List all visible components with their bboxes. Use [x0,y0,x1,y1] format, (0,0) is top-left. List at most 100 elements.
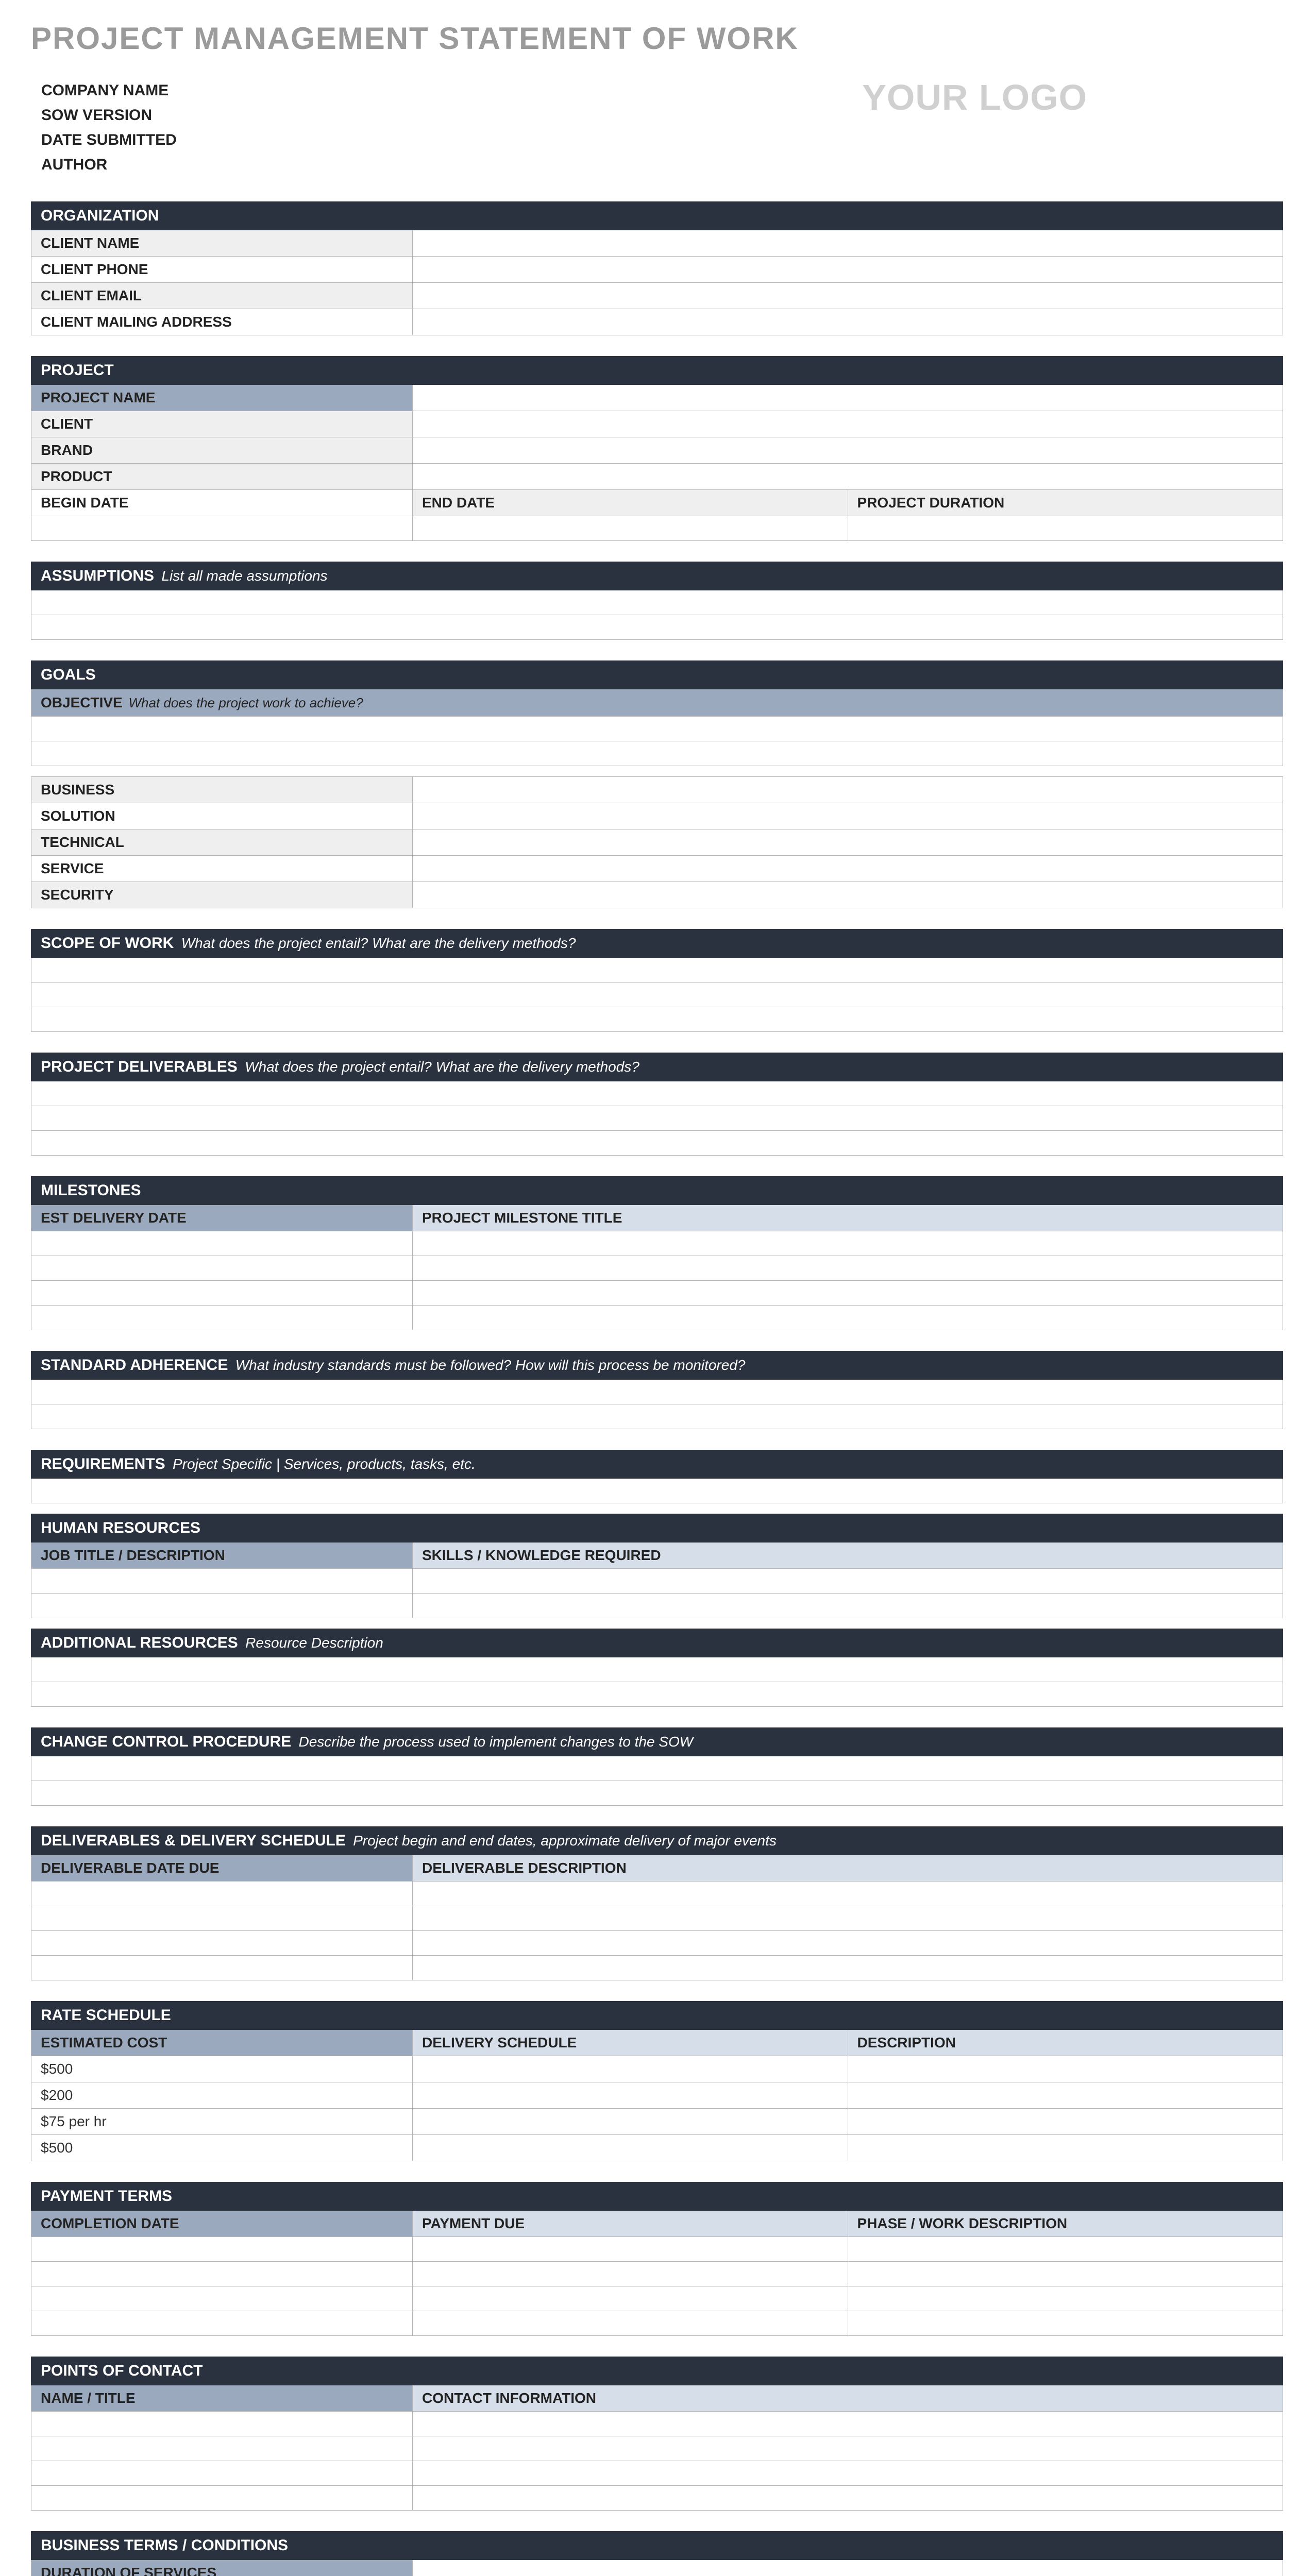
input-project-product[interactable] [413,464,1283,489]
delsched-desc-1[interactable] [413,1882,1283,1906]
input-client-phone[interactable] [413,257,1283,282]
delsched-col-desc: DELIVERABLE DESCRIPTION [413,1855,1283,1881]
standard-line-2[interactable] [31,1404,1283,1429]
hr-job-2[interactable] [31,1594,413,1618]
rate-sched-4[interactable] [413,2135,848,2161]
poc-name-4[interactable] [31,2486,413,2510]
input-client-name[interactable] [413,230,1283,256]
rate-desc-3[interactable] [848,2109,1283,2134]
input-security[interactable] [413,882,1283,908]
rate-sched-1[interactable] [413,2056,848,2082]
delsched-col-date: DELIVERABLE DATE DUE [31,1855,413,1881]
change-line-2[interactable] [31,1781,1283,1806]
rate-cost-1[interactable]: $500 [31,2056,413,2082]
payment-due-4[interactable] [413,2311,848,2335]
input-solution[interactable] [413,803,1283,829]
addres-line-1[interactable] [31,1657,1283,1682]
change-line-1[interactable] [31,1756,1283,1781]
payment-date-2[interactable] [31,2262,413,2286]
delsched-date-4[interactable] [31,1956,413,1980]
addres-line-2[interactable] [31,1682,1283,1707]
deliverables-title: PROJECT DELIVERABLES [41,1058,238,1075]
milestone-date-4[interactable] [31,1306,413,1330]
rate-cost-4[interactable]: $500 [31,2135,413,2161]
input-project-client[interactable] [413,411,1283,437]
delsched-date-3[interactable] [31,1931,413,1955]
delsched-desc-2[interactable] [413,1906,1283,1930]
scope-line-2[interactable] [31,982,1283,1007]
payment-date-4[interactable] [31,2311,413,2335]
input-client-email[interactable] [413,283,1283,309]
delsched-desc-4[interactable] [413,1956,1283,1980]
payment-col-date: COMPLETION DATE [31,2211,413,2236]
section-milestones: MILESTONES EST DELIVERY DATE PROJECT MIL… [31,1176,1283,1330]
objective-line-2[interactable] [31,741,1283,766]
term-value-0[interactable] [413,2560,1283,2576]
delsched-hint: Project begin and end dates, approximate… [353,1833,777,1849]
hr-skills-2[interactable] [413,1594,1283,1618]
poc-name-3[interactable] [31,2461,413,2485]
milestone-title-4[interactable] [413,1306,1283,1330]
standard-hint: What industry standards must be followed… [235,1357,746,1373]
section-requirements: REQUIREMENTS Project Specific | Services… [31,1450,1283,1503]
input-business[interactable] [413,777,1283,803]
requirements-title: REQUIREMENTS [41,1455,165,1472]
rate-cost-2[interactable]: $200 [31,2082,413,2108]
milestone-title-2[interactable] [413,1256,1283,1280]
rate-desc-2[interactable] [848,2082,1283,2108]
addres-title: ADDITIONAL RESOURCES [41,1634,238,1651]
payment-date-1[interactable] [31,2237,413,2261]
input-technical[interactable] [413,829,1283,855]
rate-desc-4[interactable] [848,2135,1283,2161]
milestone-date-2[interactable] [31,1256,413,1280]
poc-contact-2[interactable] [413,2436,1283,2461]
scope-title: SCOPE OF WORK [41,935,174,952]
milestone-title-1[interactable] [413,1231,1283,1256]
label-security: SECURITY [31,882,413,908]
delsched-date-1[interactable] [31,1882,413,1906]
delsched-desc-3[interactable] [413,1931,1283,1955]
input-client-mail[interactable] [413,309,1283,335]
poc-name-2[interactable] [31,2436,413,2461]
milestone-date-3[interactable] [31,1281,413,1305]
meta-version: SOW VERSION [41,107,177,124]
poc-name-1[interactable] [31,2412,413,2436]
input-project-name[interactable] [413,385,1283,411]
requirements-line-1[interactable] [31,1479,1283,1503]
payment-phase-3[interactable] [848,2286,1283,2311]
deliverables-line-3[interactable] [31,1131,1283,1156]
hr-skills-1[interactable] [413,1569,1283,1593]
milestone-date-1[interactable] [31,1231,413,1256]
deliverables-line-2[interactable] [31,1106,1283,1131]
rate-desc-1[interactable] [848,2056,1283,2082]
input-service[interactable] [413,856,1283,882]
standard-line-1[interactable] [31,1380,1283,1404]
input-project-duration[interactable] [848,516,1283,540]
assumptions-line-1[interactable] [31,590,1283,615]
input-begin-date[interactable] [31,516,413,540]
scope-line-3[interactable] [31,1007,1283,1032]
scope-line-1[interactable] [31,958,1283,982]
payment-phase-4[interactable] [848,2311,1283,2335]
rate-cost-3[interactable]: $75 per hr [31,2109,413,2134]
objective-line-1[interactable] [31,717,1283,741]
rate-sched-3[interactable] [413,2109,848,2134]
payment-due-1[interactable] [413,2237,848,2261]
hr-job-1[interactable] [31,1569,413,1593]
milestone-title-3[interactable] [413,1281,1283,1305]
payment-due-2[interactable] [413,2262,848,2286]
poc-contact-4[interactable] [413,2486,1283,2510]
rate-sched-2[interactable] [413,2082,848,2108]
input-project-brand[interactable] [413,437,1283,463]
poc-contact-1[interactable] [413,2412,1283,2436]
payment-date-3[interactable] [31,2286,413,2311]
input-end-date[interactable] [413,516,848,540]
deliverables-line-1[interactable] [31,1081,1283,1106]
payment-phase-2[interactable] [848,2262,1283,2286]
assumptions-line-2[interactable] [31,615,1283,640]
payment-due-3[interactable] [413,2286,848,2311]
poc-contact-3[interactable] [413,2461,1283,2485]
delsched-date-2[interactable] [31,1906,413,1930]
payment-phase-1[interactable] [848,2237,1283,2261]
objective-hint: What does the project work to achieve? [128,695,363,710]
